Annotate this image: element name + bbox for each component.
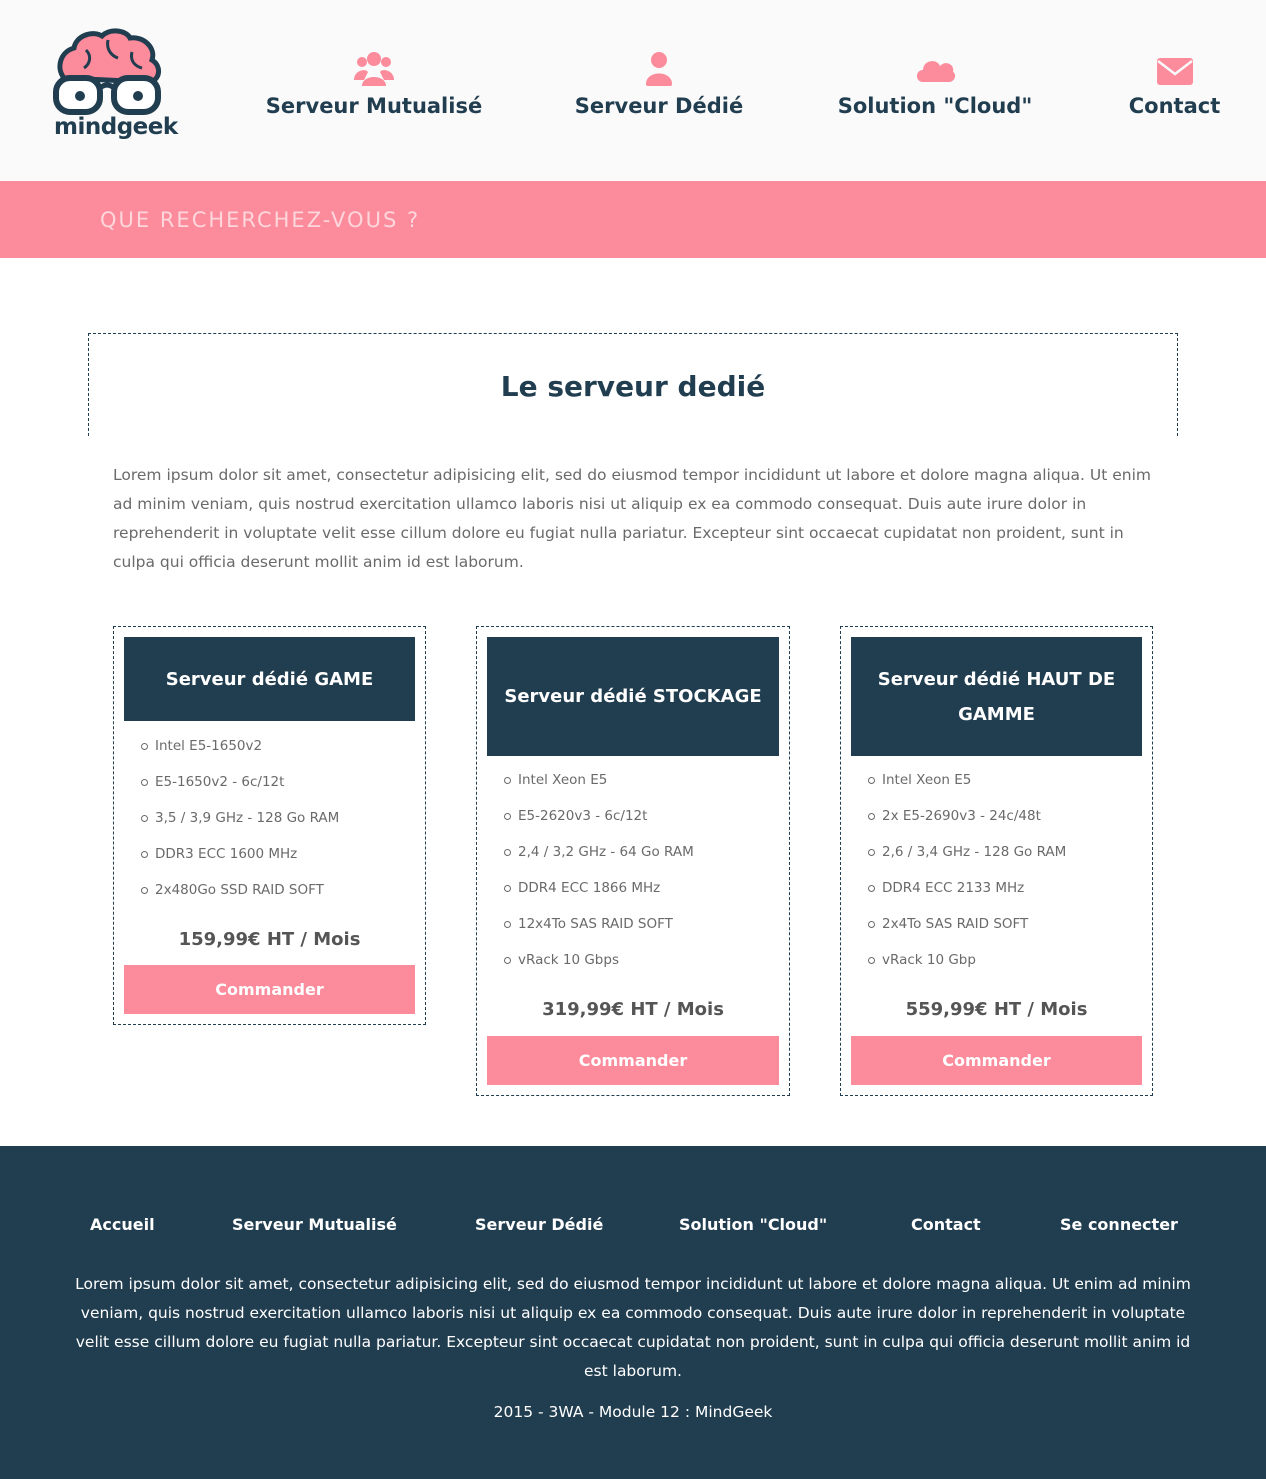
offer-price: 319,99€ HT / Mois	[542, 999, 724, 1020]
spec-item: vRack 10 Gbps	[504, 942, 694, 978]
bullet-icon	[868, 776, 875, 784]
bullet-icon	[868, 848, 875, 856]
bullet-icon	[141, 814, 148, 822]
offer-price: 159,99€ HT / Mois	[178, 929, 361, 950]
footer-paragraph: Lorem ipsum dolor sit amet, consectetur …	[75, 1275, 1191, 1380]
spec-item: 3,5 / 3,9 GHz - 128 Go RAM	[141, 800, 339, 836]
nav-item-serveur-dedie[interactable]: Serveur Dédié	[573, 50, 745, 118]
offer-card-stockage: Serveur dédié STOCKAGE Intel Xeon E5 E5-…	[476, 626, 790, 1096]
footer-link-se-connecter[interactable]: Se connecter	[1060, 1215, 1178, 1234]
title-box: Le serveur dedié	[88, 333, 1178, 436]
bullet-icon	[141, 850, 148, 858]
offer-card-title: Serveur dédié GAME	[124, 637, 415, 721]
user-icon	[573, 50, 745, 88]
search-bar	[0, 181, 1266, 258]
footer-link-contact[interactable]: Contact	[911, 1215, 981, 1234]
spec-item: 2,4 / 3,2 GHz - 64 Go RAM	[504, 834, 694, 870]
envelope-icon	[1126, 50, 1223, 88]
order-button[interactable]: Commander	[851, 1036, 1142, 1085]
nav-item-serveur-mutualise[interactable]: Serveur Mutualisé	[263, 50, 485, 118]
spec-item: Intel Xeon E5	[504, 762, 694, 798]
spec-list: Intel Xeon E5 2x E5-2690v3 - 24c/48t 2,6…	[868, 762, 1066, 978]
bullet-icon	[504, 812, 511, 820]
spec-item: Intel E5-1650v2	[141, 728, 339, 764]
cloud-icon	[832, 50, 1038, 88]
bullet-icon	[141, 778, 148, 786]
offer-price: 559,99€ HT / Mois	[905, 999, 1088, 1020]
bullet-icon	[868, 920, 875, 928]
bullet-icon	[504, 848, 511, 856]
bullet-icon	[504, 920, 511, 928]
spec-list: Intel Xeon E5 E5-2620v3 - 6c/12t 2,4 / 3…	[504, 762, 694, 978]
spec-item: vRack 10 Gbp	[868, 942, 1066, 978]
spec-item: 2,6 / 3,4 GHz - 128 Go RAM	[868, 834, 1066, 870]
nav-item-contact[interactable]: Contact	[1126, 50, 1223, 118]
order-button[interactable]: Commander	[487, 1036, 779, 1085]
page-title: Le serveur dedié	[500, 370, 766, 403]
users-icon	[263, 50, 485, 88]
nav-label: Serveur Mutualisé	[265, 94, 483, 118]
brain-glasses-icon	[53, 28, 161, 115]
nav-label: Solution "Cloud"	[837, 94, 1033, 118]
site-footer: Accueil Serveur Mutualisé Serveur Dédié …	[0, 1146, 1266, 1479]
spec-item: 2x4To SAS RAID SOFT	[868, 906, 1066, 942]
logo[interactable]: mindgeek	[50, 28, 178, 146]
spec-list: Intel E5-1650v2 E5-1650v2 - 6c/12t 3,5 /…	[141, 728, 339, 908]
copyright: 2015 - 3WA - Module 12 : MindGeek	[493, 1403, 773, 1421]
footer-link-serveur-dedie[interactable]: Serveur Dédié	[475, 1215, 603, 1234]
nav-item-solution-cloud[interactable]: Solution "Cloud"	[832, 50, 1038, 118]
logo-wordmark: mindgeek	[54, 114, 178, 140]
bullet-icon	[504, 776, 511, 784]
footer-link-accueil[interactable]: Accueil	[90, 1215, 155, 1234]
offer-card-title: Serveur dédié HAUT DE GAMME	[851, 637, 1142, 756]
search-input[interactable]	[100, 203, 700, 237]
spec-item: 12x4To SAS RAID SOFT	[504, 906, 694, 942]
bullet-icon	[141, 742, 148, 750]
spec-item: 2x480Go SSD RAID SOFT	[141, 872, 339, 908]
bullet-icon	[141, 886, 148, 894]
spec-item: 2x E5-2690v3 - 24c/48t	[868, 798, 1066, 834]
spec-item: DDR4 ECC 1866 MHz	[504, 870, 694, 906]
bullet-icon	[868, 812, 875, 820]
offer-card-haut-de-gamme: Serveur dédié HAUT DE GAMME Intel Xeon E…	[840, 626, 1153, 1096]
spec-item: E5-1650v2 - 6c/12t	[141, 764, 339, 800]
bullet-icon	[504, 956, 511, 964]
offer-card-game: Serveur dédié GAME Intel E5-1650v2 E5-16…	[113, 626, 426, 1025]
spec-item: DDR4 ECC 2133 MHz	[868, 870, 1066, 906]
order-button[interactable]: Commander	[124, 965, 415, 1014]
nav-label: Serveur Dédié	[574, 94, 744, 118]
footer-link-solution-cloud[interactable]: Solution "Cloud"	[679, 1215, 827, 1234]
nav-label: Contact	[1128, 94, 1221, 118]
intro-paragraph: Lorem ipsum dolor sit amet, consectetur …	[113, 466, 1151, 571]
bullet-icon	[868, 956, 875, 964]
spec-item: E5-2620v3 - 6c/12t	[504, 798, 694, 834]
bullet-icon	[504, 884, 511, 892]
spec-item: Intel Xeon E5	[868, 762, 1066, 798]
offer-card-title: Serveur dédié STOCKAGE	[487, 637, 779, 756]
site-header: mindgeek Serveur Mutualisé Serveur Dédié	[0, 0, 1266, 181]
spec-item: DDR3 ECC 1600 MHz	[141, 836, 339, 872]
bullet-icon	[868, 884, 875, 892]
footer-link-serveur-mutualise[interactable]: Serveur Mutualisé	[232, 1215, 397, 1234]
